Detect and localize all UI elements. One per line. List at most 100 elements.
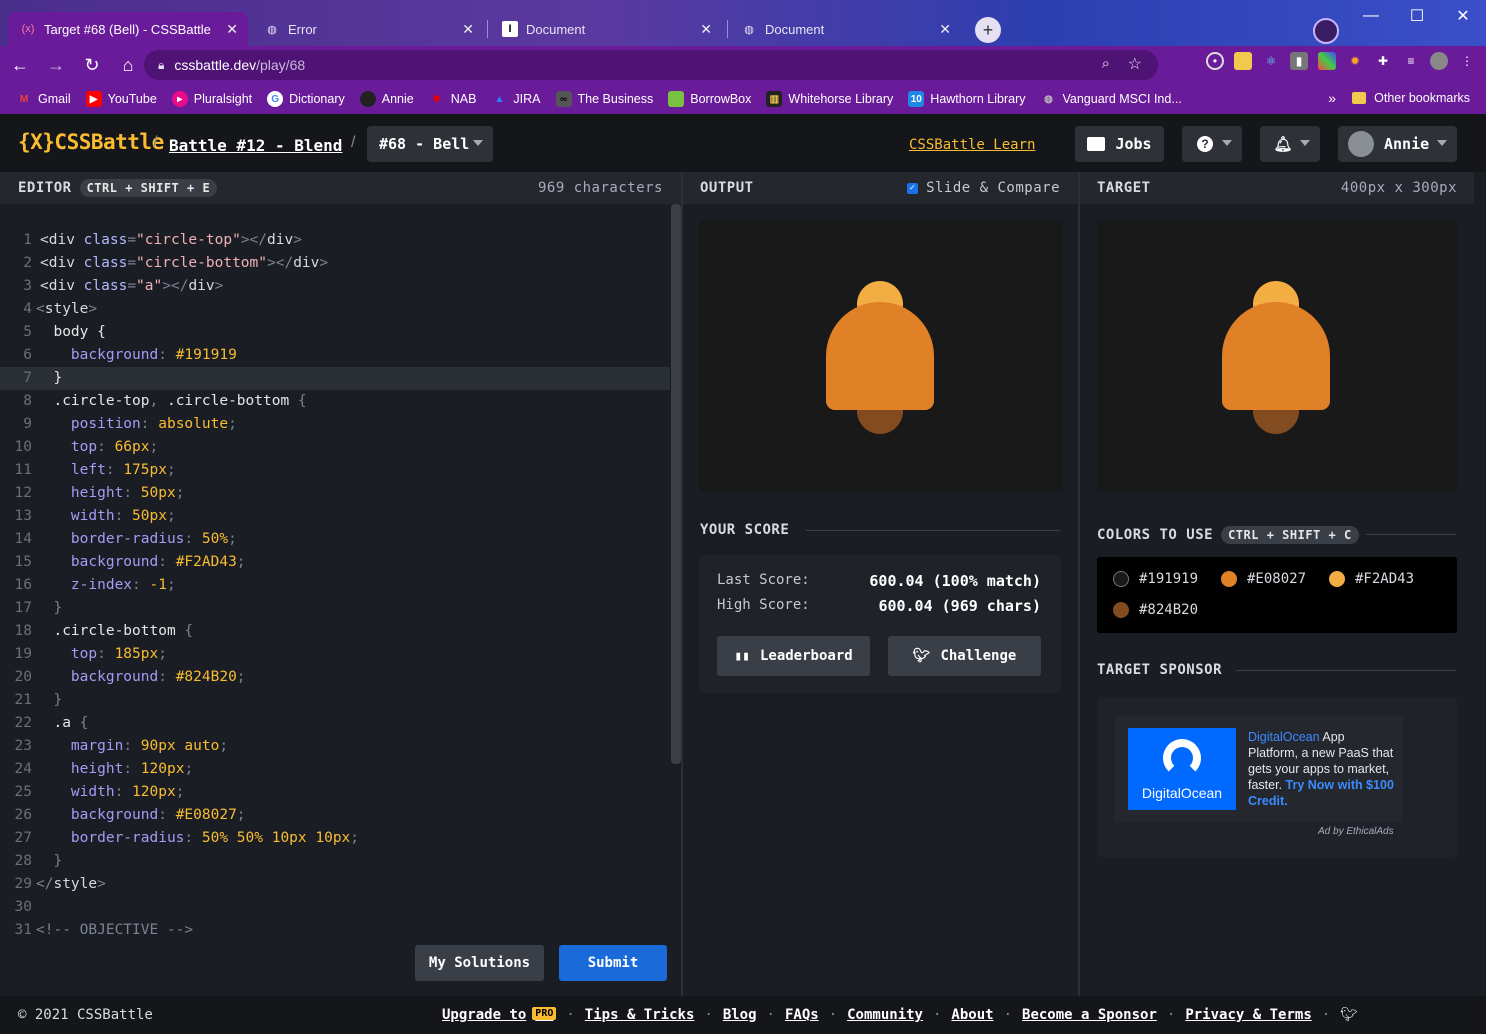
code-line[interactable]: 27 border-radius: 50% 50% 10px 10px; (0, 827, 670, 850)
code-line[interactable]: 24 height: 120px; (0, 758, 670, 781)
my-solutions-button[interactable]: My Solutions (415, 945, 544, 981)
code-line[interactable]: 19 top: 185px; (0, 643, 670, 666)
maximize-icon[interactable]: ☐ (1394, 0, 1440, 32)
footer-link-blog[interactable]: Blog (723, 1007, 757, 1023)
tab-error[interactable]: ◍ Error ✕ (252, 12, 484, 46)
new-tab-button[interactable]: + (975, 17, 1001, 43)
battle-link[interactable]: Battle #12 - Blend (169, 136, 342, 155)
submit-button[interactable]: Submit (559, 945, 667, 981)
bookmark-hawthorn-library[interactable]: 10 Hawthorn Library (908, 91, 1025, 107)
home-icon[interactable]: ⌂ (112, 49, 144, 81)
react-devtools-icon[interactable]: ⚛ (1262, 52, 1280, 70)
media-queue-icon[interactable]: ≡ (1402, 52, 1420, 70)
code-line[interactable]: 7 } (0, 367, 670, 390)
bookmark-dictionary[interactable]: G Dictionary (267, 91, 345, 107)
learn-link[interactable]: CSSBattle Learn (909, 137, 1035, 153)
other-bookmarks[interactable]: Other bookmarks (1352, 91, 1470, 105)
digitalocean-logo[interactable]: DigitalOcean (1128, 728, 1236, 810)
bookmark-pluralsight[interactable]: ▸ Pluralsight (171, 91, 252, 107)
ad-banner[interactable]: DigitalOcean DigitalOcean App Platform, … (1115, 716, 1403, 822)
footer-link-about[interactable]: About (951, 1007, 993, 1023)
code-line[interactable]: 8 .circle-top, .circle-bottom { (0, 390, 670, 413)
code-line[interactable]: 22 .a { (0, 712, 670, 735)
code-line[interactable]: 25 width: 120px; (0, 781, 670, 804)
footer-link-privacy[interactable]: Privacy & Terms (1185, 1007, 1311, 1023)
color-extension-icon[interactable] (1318, 52, 1336, 70)
panel-divider[interactable] (681, 172, 683, 996)
back-arrow-icon[interactable]: ← (4, 49, 36, 81)
footer-link-faqs[interactable]: FAQs (785, 1007, 819, 1023)
code-line[interactable]: 30 (0, 896, 670, 919)
code-line[interactable]: 11 left: 175px; (0, 459, 670, 482)
address-bar[interactable]: 🔒︎ cssbattle.dev /play/68 ⌕ ☆ (144, 50, 1158, 80)
bookmark-gmail[interactable]: M Gmail (16, 91, 71, 107)
chart-extension-icon[interactable]: ▮ (1290, 52, 1308, 70)
code-line[interactable]: 10 top: 66px; (0, 436, 670, 459)
code-line[interactable]: 26 background: #E08027; (0, 804, 670, 827)
close-icon[interactable]: ✕ (939, 21, 951, 38)
code-line[interactable]: 6 background: #191919 (0, 344, 670, 367)
forward-arrow-icon[interactable]: → (40, 49, 72, 81)
bookmark-youtube[interactable]: ▶ YouTube (85, 91, 157, 107)
ad-attribution[interactable]: Ad by EthicalAds (1318, 826, 1394, 837)
help-dropdown[interactable]: ? (1182, 126, 1242, 162)
reload-icon[interactable]: ↻ (76, 49, 108, 81)
close-icon[interactable]: ✕ (700, 21, 712, 38)
tab-document-1[interactable]: I Document ✕ (490, 12, 722, 46)
leaderboard-button[interactable]: ▮▮ Leaderboard (717, 636, 870, 676)
footer-link-sponsor[interactable]: Become a Sponsor (1022, 1007, 1157, 1023)
bookmark-vanguard[interactable]: ◍ Vanguard MSCI Ind... (1040, 91, 1182, 107)
color-swatch[interactable]: #191919 (1113, 571, 1198, 587)
tab-target-68[interactable]: (x) Target #68 (Bell) - CSSBattle ✕ (8, 12, 248, 46)
tab-document-2[interactable]: ◍ Document ✕ (729, 12, 961, 46)
code-lines[interactable]: 1 <div class = "circle-top" ></div >2 <div cla… (0, 229, 670, 942)
puzzle-icon[interactable]: ✚ (1374, 52, 1392, 70)
ad-text[interactable]: DigitalOcean App Platform, a new PaaS th… (1248, 729, 1398, 809)
footer-link-community[interactable]: Community (847, 1007, 923, 1023)
minimize-icon[interactable]: — (1348, 0, 1394, 32)
footer-link-upgrade[interactable]: Upgrade to PRO (442, 1007, 557, 1023)
code-line[interactable]: 15 background: #F2AD43; (0, 551, 670, 574)
notifications-dropdown[interactable]: 🔔︎ (1260, 126, 1320, 162)
bookmark-borrowbox[interactable]: BorrowBox (668, 91, 751, 107)
footer-link-tips[interactable]: Tips & Tricks (585, 1007, 695, 1023)
code-line[interactable]: 14 border-radius: 50%; (0, 528, 670, 551)
code-line[interactable]: 16 z-index: -1; (0, 574, 670, 597)
profile-avatar-icon[interactable] (1430, 52, 1448, 70)
editor-scrollbar[interactable] (671, 204, 681, 764)
bookmark-whitehorse-library[interactable]: ▥ Whitehorse Library (766, 91, 893, 107)
code-line[interactable]: 4 < style > (0, 298, 670, 321)
code-line[interactable]: 20 background: #824B20; (0, 666, 670, 689)
code-line[interactable]: 21 } (0, 689, 670, 712)
code-line[interactable]: 13 width: 50px; (0, 505, 670, 528)
code-line[interactable]: 17 } (0, 597, 670, 620)
challenge-button[interactable]: 🐦︎ Challenge (888, 636, 1041, 676)
record-extension-icon[interactable]: • (1206, 52, 1224, 70)
jobs-button[interactable]: Jobs (1075, 126, 1164, 162)
code-editor[interactable]: 1 <div class = "circle-top" ></div >2 <div cla… (0, 204, 681, 996)
user-menu[interactable]: Annie (1338, 126, 1457, 162)
color-swatch[interactable]: #824B20 (1113, 602, 1198, 618)
code-line[interactable]: 29 </style > (0, 873, 670, 896)
code-line[interactable]: 28 } (0, 850, 670, 873)
close-icon[interactable]: ✕ (226, 21, 238, 38)
zoom-icon[interactable]: ⌕ (1102, 55, 1110, 72)
code-line[interactable]: 23 margin: 90px auto; (0, 735, 670, 758)
code-line[interactable]: 31 <!-- OBJECTIVE --> (0, 919, 670, 942)
output-canvas[interactable] (699, 220, 1063, 492)
code-line[interactable]: 1 <div class = "circle-top" ></div > (0, 229, 670, 252)
code-line[interactable]: 18 .circle-bottom { (0, 620, 670, 643)
notes-extension-icon[interactable] (1234, 52, 1252, 70)
bookmark-nab[interactable]: ✸ NAB (429, 91, 477, 107)
code-line[interactable]: 9 position: absolute; (0, 413, 670, 436)
cssbattle-logo[interactable]: {X}CSSBattle (18, 130, 164, 154)
close-window-icon[interactable]: ✕ (1440, 0, 1486, 32)
checkbox[interactable]: ✓ (907, 182, 919, 194)
code-line[interactable]: 12 height: 50px; (0, 482, 670, 505)
bookmark-jira[interactable]: ▲ JIRA (491, 91, 540, 107)
gear-extension-icon[interactable]: ✹ (1346, 52, 1364, 70)
code-line[interactable]: 2 <div class = "circle-bottom" ></div > (0, 252, 670, 275)
menu-kebab-icon[interactable]: ⋮ (1458, 52, 1476, 70)
panel-divider[interactable] (1078, 172, 1080, 996)
code-line[interactable]: 3 <div class = "a" ></div > (0, 275, 670, 298)
